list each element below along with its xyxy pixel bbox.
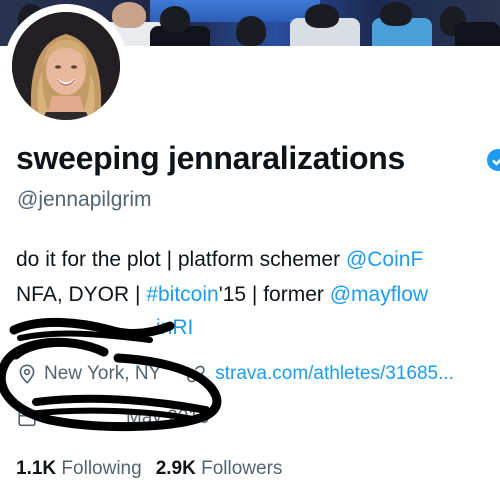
following-link[interactable]: 1.1K Following [16,458,142,479]
joined-date: May 2010 [16,405,209,431]
location-text: New York, NY [44,363,162,384]
location-pin-icon [19,364,35,384]
display-name: sweeping jennaralizations [16,140,406,176]
profile-page: sweeping jennaralizations @jennapilgrim … [0,0,500,487]
bio-line-3: inRI [16,316,500,340]
bio-text: NFA, DYOR | [16,283,147,306]
followers-link[interactable]: 2.9K Followers [156,458,283,479]
followers-label: Followers [201,458,283,479]
handle: @jennapilgrim [17,188,152,211]
bio-hashtag-link[interactable]: #bitcoin [146,283,218,306]
banner-crowd-person [305,4,339,28]
banner-crowd-person [380,2,412,26]
banner-crowd-person [455,22,500,46]
banner-crowd-person [236,16,266,46]
website-link[interactable]: strava.com/athletes/31685... [215,363,454,385]
joined-obscured-text [46,407,126,429]
profile-meta-row: New York, NY strava.com/athletes/31685..… [16,362,454,386]
bio-mention-link[interactable]: inRI [156,316,193,339]
avatar-photo [12,12,120,120]
bio-obscured-link[interactable] [16,316,156,340]
verified-badge-icon[interactable] [486,148,500,172]
bio-line-1: do it for the plot | platform schemer @C… [16,248,500,272]
follow-stats: 1.1K Following 2.9K Followers [16,458,282,480]
calendar-icon [18,409,36,427]
bio-mention-link[interactable]: @mayflow [330,283,428,306]
avatar[interactable] [12,12,120,120]
banner-crowd-person [160,6,190,32]
followers-count: 2.9K [155,458,196,479]
banner-crowd-person [112,2,146,28]
bio-text: '15 | former [218,283,330,306]
website[interactable]: strava.com/athletes/31685... [185,363,454,385]
bio-line-2: NFA, DYOR | #bitcoin'15 | former @mayflo… [16,283,500,307]
bio-text: do it for the plot | platform schemer [16,248,346,271]
location: New York, NY [16,363,161,385]
following-count: 1.1K [16,458,57,479]
bio-mention-link[interactable]: @CoinF [346,248,423,271]
link-icon [187,365,205,383]
following-label: Following [61,458,142,479]
joined-text: May 2010 [126,407,210,428]
